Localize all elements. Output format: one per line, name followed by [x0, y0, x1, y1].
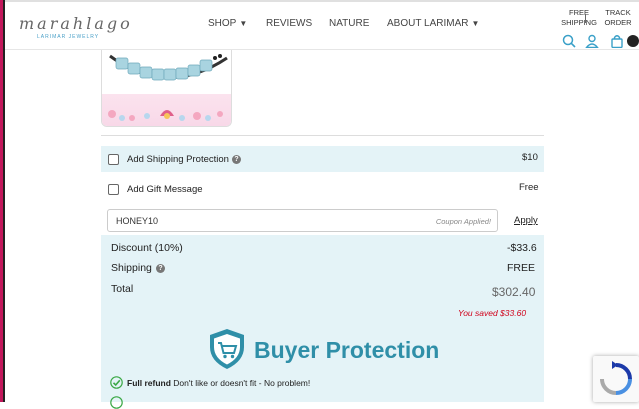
- free-shipping-line2: SHIPPING: [561, 18, 597, 27]
- coupon-code: HONEY10: [116, 216, 159, 226]
- gift-message-label: Add Gift Message: [127, 184, 203, 195]
- help-icon[interactable]: ?: [232, 155, 241, 164]
- section-divider: [101, 135, 544, 136]
- site-header: marahlago LARIMAR JEWELRY SHOP ▼ REVIEWS …: [5, 2, 639, 50]
- recaptcha-icon: [600, 361, 632, 395]
- search-icon[interactable]: [562, 34, 576, 48]
- discount-label: Discount (10%): [111, 242, 183, 254]
- gift-message-price: Free: [519, 182, 539, 193]
- nav-shop[interactable]: SHOP ▼: [208, 18, 247, 29]
- shipping-protection-label: Add Shipping Protection: [127, 154, 229, 165]
- nav-shop-label: SHOP: [208, 18, 237, 29]
- account-icon[interactable]: [585, 34, 599, 48]
- shield-cart-icon: [210, 329, 244, 369]
- shipping-help-icon[interactable]: ?: [156, 264, 165, 273]
- track-order-link[interactable]: TRACK ORDER: [601, 8, 635, 28]
- nav-nature[interactable]: NATURE: [329, 18, 369, 29]
- free-shipping-link[interactable]: FREE SHIPPING: [561, 8, 597, 28]
- buyer-protection-title: Buyer Protection: [254, 337, 440, 363]
- savings-text: You saved $33.60: [458, 308, 527, 318]
- check-circle-icon: [110, 376, 123, 389]
- full-refund-bold: Full refund: [127, 378, 171, 388]
- coupon-applied-note: Coupon Applied!: [435, 217, 491, 226]
- full-refund-text: Don't like or doesn't fit - No problem!: [173, 378, 311, 388]
- total-value: $302.40: [492, 285, 536, 299]
- coupon-input[interactable]: HONEY10 Coupon Applied!: [107, 209, 498, 232]
- track-order-line2: ORDER: [604, 18, 632, 27]
- logo-text: marahlago: [19, 14, 133, 33]
- logo-subtitle: LARIMAR JEWELRY: [37, 34, 100, 40]
- chevron-down-icon: ▼: [471, 19, 480, 28]
- order-summary-panel: [101, 235, 544, 402]
- total-label: Total: [111, 283, 134, 295]
- shipping-protection-price: $10: [522, 152, 538, 163]
- product-image: [101, 50, 232, 127]
- nav-reviews[interactable]: REVIEWS: [266, 18, 312, 29]
- floral-background: [102, 94, 231, 126]
- cart-count-badge[interactable]: [627, 35, 639, 47]
- shipping-protection-checkbox[interactable]: [108, 154, 119, 165]
- cart-icon[interactable]: [610, 34, 624, 48]
- discount-value: -$33.6: [507, 242, 537, 254]
- window-edge-dark: [3, 0, 5, 402]
- apply-coupon-button[interactable]: Apply: [514, 215, 538, 226]
- shipping-value: FREE: [507, 262, 536, 274]
- chevron-down-icon: ▼: [239, 19, 248, 28]
- gift-message-checkbox[interactable]: [108, 184, 119, 195]
- full-refund-line: Full refund Don't like or doesn't fit - …: [127, 378, 310, 388]
- nav-about-label: ABOUT LARIMAR: [387, 18, 469, 29]
- check-circle-icon: [110, 396, 123, 409]
- track-order-line1: TRACK: [605, 8, 631, 17]
- free-shipping-line1: FREE: [568, 8, 589, 17]
- recaptcha-badge[interactable]: [593, 356, 639, 402]
- nav-about-larimar[interactable]: ABOUT LARIMAR ▼: [387, 18, 479, 29]
- header-separator: [585, 14, 586, 23]
- site-logo[interactable]: marahlago LARIMAR JEWELRY: [19, 14, 137, 42]
- shipping-label: Shipping: [111, 262, 152, 274]
